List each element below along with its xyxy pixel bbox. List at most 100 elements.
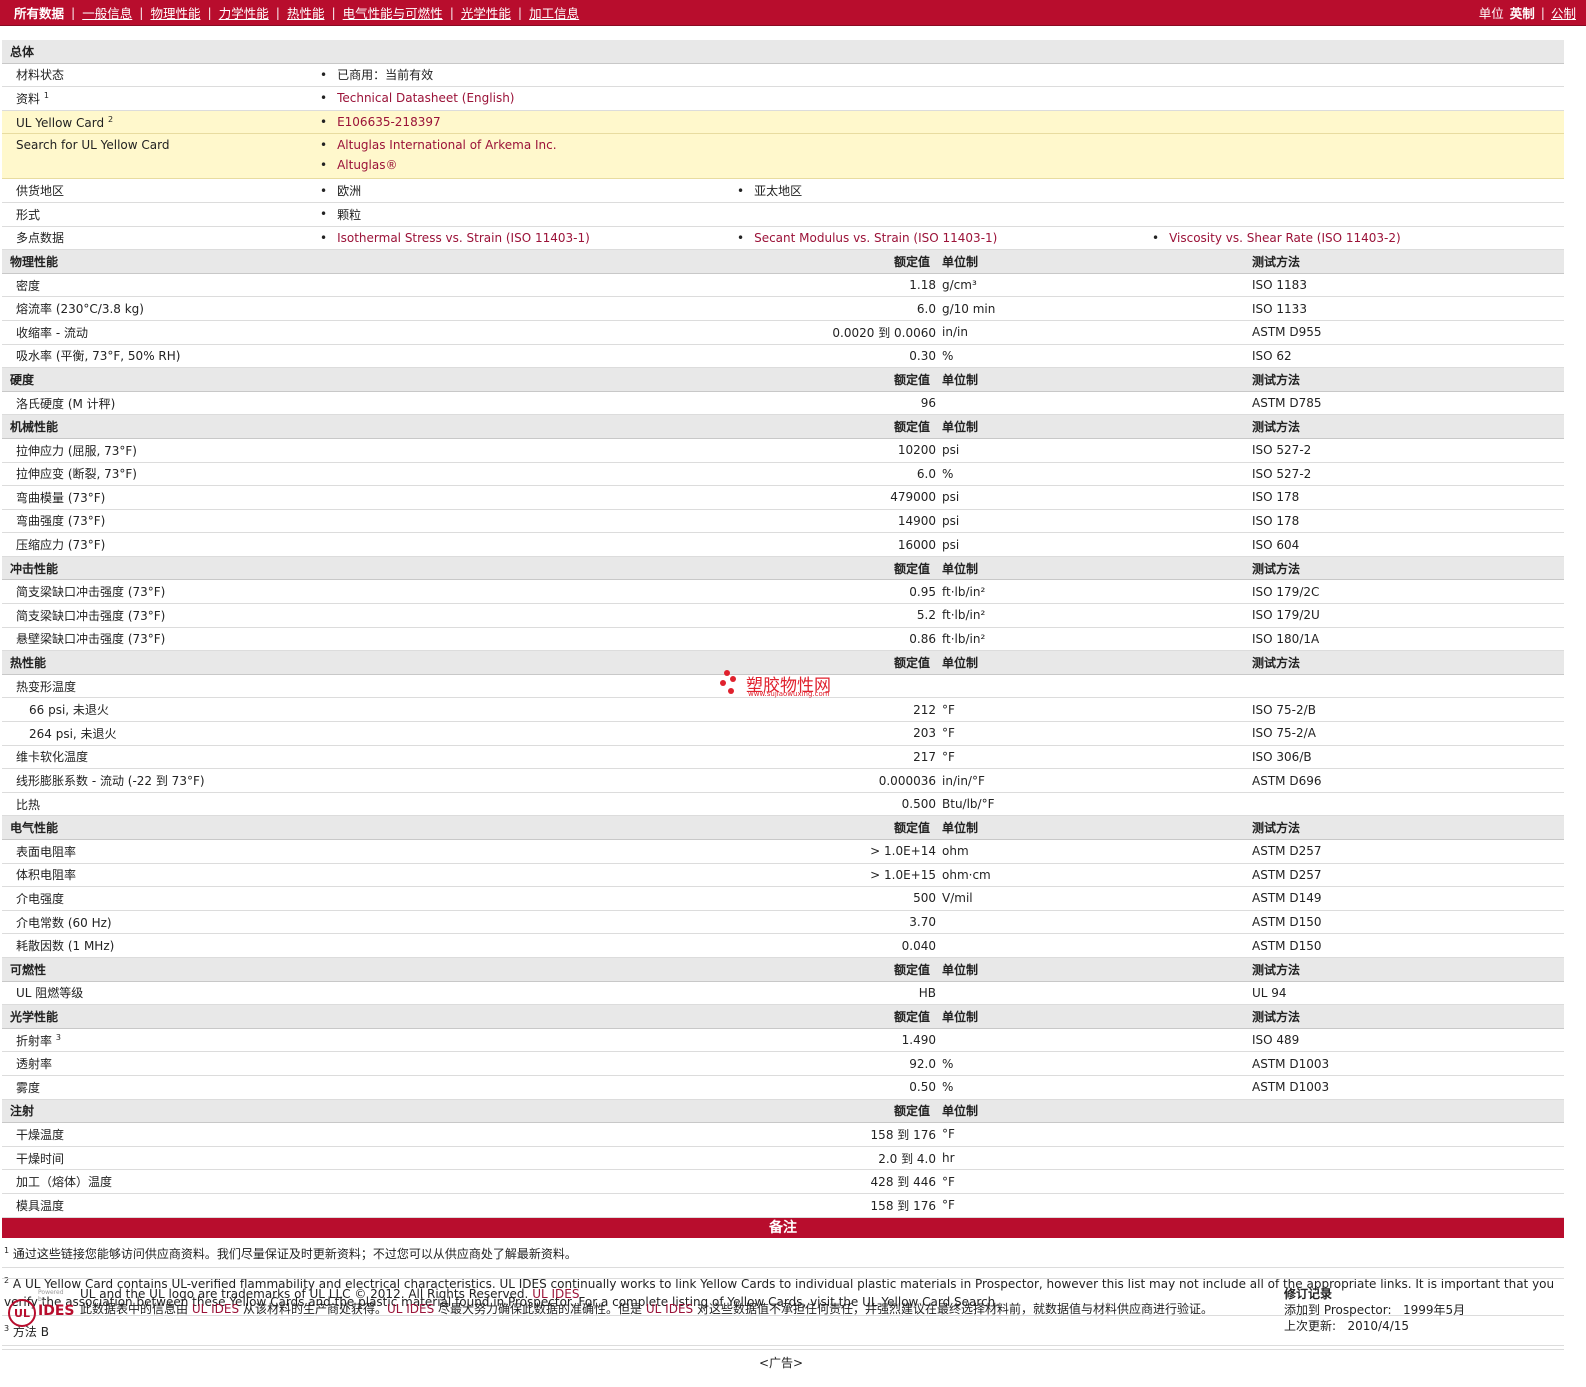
property-value: 96 [920, 396, 936, 411]
property-row: 收缩率 - 流动 0.0020 到 0.0060 in/in ASTM D955 [2, 321, 1564, 345]
test-method: ASTM D257 [1252, 867, 1322, 882]
supplier-link[interactable]: Altuglas International of Arkema Inc. [337, 138, 556, 152]
nav-separator: | [517, 5, 523, 20]
property-name: 模具温度 [16, 1197, 64, 1214]
property-unit: °F [942, 1198, 955, 1213]
property-name-text: 折射率 [16, 1033, 53, 1048]
section-header-optical: 光学性能 额定值 单位制 测试方法 [2, 1005, 1564, 1029]
property-unit: hr [942, 1151, 955, 1166]
multipoint-link[interactable]: Secant Modulus vs. Strain (ISO 11403-1) [754, 231, 997, 245]
property-unit: °F [942, 702, 955, 717]
property-name-text: 干燥时间 [16, 1151, 65, 1166]
nav-mechanical[interactable]: 力学性能 [219, 3, 269, 22]
property-value: 16000 [897, 537, 936, 552]
footer: UL Powered by IDES UL and the UL logo ar… [2, 1278, 1564, 1350]
property-row: 简支梁缺口冲击强度 (73°F) 5.2 ft·lb/in² ISO 179/2U [2, 604, 1564, 628]
row-label: 材料状态 [16, 68, 65, 83]
property-name: 透射率 [16, 1055, 52, 1072]
test-method: ISO 527-2 [1252, 443, 1312, 458]
property-value: 212 [913, 702, 936, 717]
ul-ides-link[interactable]: UL IDES [646, 1302, 693, 1316]
nav-optical[interactable]: 光学性能 [461, 3, 511, 22]
nav-thermal[interactable]: 热性能 [287, 3, 325, 22]
section-title: 物理性能 [10, 254, 59, 269]
test-method: ASTM D257 [1252, 844, 1322, 859]
property-name-text: 简支梁缺口冲击强度 (73°F) [16, 585, 166, 600]
header-test-method: 测试方法 [1252, 561, 1301, 576]
revision-added: 添加到 Prospector: 1999年5月 [1284, 1303, 1466, 1317]
test-method: ISO 306/B [1252, 749, 1312, 764]
property-name-text: 干燥温度 [16, 1127, 65, 1142]
ul-ides-logo[interactable]: UL Powered by IDES [8, 1289, 75, 1327]
property-row: UL 阻燃等级 HB UL 94 [2, 982, 1564, 1006]
property-name-text: 耗散因数 (1 MHz) [16, 939, 115, 954]
property-name-text: 简支梁缺口冲击强度 (73°F) [16, 608, 166, 623]
row-value: 欧洲 [320, 182, 361, 199]
property-value: 0.000036 [878, 773, 936, 788]
ul-ides-link[interactable]: UL IDES [192, 1302, 239, 1316]
property-name-text: 模具温度 [16, 1198, 65, 1213]
row-label: 资料 1 [16, 90, 49, 106]
nav-general-info[interactable]: 一般信息 [82, 3, 132, 22]
property-row: 模具温度 158 到 176 °F [2, 1194, 1564, 1218]
property-value: 500 [913, 891, 936, 906]
property-value: 479000 [890, 490, 936, 505]
nav-electrical-flammability[interactable]: 电气性能与可燃性 [343, 3, 443, 22]
property-unit: ft·lb/in² [942, 584, 986, 599]
property-name-text: 弯曲模量 (73°F) [16, 490, 106, 505]
property-unit: ohm·cm [942, 867, 991, 882]
property-value: 3.70 [909, 915, 936, 930]
test-method: ISO 489 [1252, 1033, 1300, 1048]
property-row: 耗散因数 (1 MHz) 0.040 ASTM D150 [2, 934, 1564, 958]
row-material-status: 材料状态 已商用：当前有效 [2, 64, 1564, 88]
row-value: 亚太地区 [737, 182, 802, 199]
row-label: 热变形温度 [16, 679, 77, 694]
property-name-text: 密度 [16, 278, 41, 293]
ul-ides-link[interactable]: UL IDES [532, 1287, 579, 1301]
header-unit: 单位制 [942, 561, 979, 576]
note-1: 1 通过这些链接您能够访问供应商资料。我们尽量保证及时更新资料；不过您可以从供应… [2, 1238, 1564, 1268]
property-row: 折射率 3 1.490 ISO 489 [2, 1029, 1564, 1053]
ides-logo-text: IDES [38, 1303, 75, 1319]
property-row: 线形膨胀系数 - 流动 (-22 到 73°F) 0.000036 in/in/°F… [2, 769, 1564, 793]
property-row: 体积电阻率 > 1.0E+15 ohm·cm ASTM D257 [2, 864, 1564, 888]
multipoint-link[interactable]: Isothermal Stress vs. Strain (ISO 11403-… [337, 231, 590, 245]
property-value: HB [918, 985, 936, 1000]
watermark-dots-icon [720, 668, 742, 698]
property-name: 悬壁梁缺口冲击强度 (73°F) [16, 630, 165, 647]
brand-link[interactable]: Altuglas® [337, 158, 397, 172]
property-name-text: 收缩率 - 流动 [16, 325, 88, 340]
property-row: 66 psi, 未退火 212 °F ISO 75-2/B [2, 698, 1564, 723]
revision-history: 修订记录 添加到 Prospector: 1999年5月 上次更新: 2010/… [1284, 1286, 1465, 1334]
property-name-text: 悬壁梁缺口冲击强度 (73°F) [16, 632, 166, 647]
property-name: 干燥温度 [16, 1126, 64, 1143]
property-value: 0.0020 到 0.0060 [832, 325, 936, 340]
footer-disclaimer: UL and the UL logo are trademarks of UL … [80, 1287, 1213, 1316]
test-method: UL 94 [1252, 985, 1287, 1000]
section-title: 光学性能 [10, 1009, 59, 1024]
property-name-text: 264 psi, 未退火 [29, 726, 117, 741]
units-metric-link[interactable]: 公制 [1551, 3, 1576, 22]
tech-datasheet-link[interactable]: Technical Datasheet (English) [337, 91, 514, 105]
watermark-url: www.sujiaowuxing.com [748, 690, 830, 698]
header-value: 额定值 [894, 1009, 931, 1024]
header-value: 额定值 [894, 420, 931, 435]
section-header-flammability: 可燃性 额定值 单位制 测试方法 [2, 957, 1564, 982]
nav-processing[interactable]: 加工信息 [529, 3, 579, 22]
ul-ides-link[interactable]: UL IDES [387, 1302, 434, 1316]
nav-all-data[interactable]: 所有数据 [14, 3, 64, 22]
header-test-method: 测试方法 [1252, 420, 1301, 435]
ul-card-link[interactable]: E106635-218397 [337, 115, 441, 129]
multipoint-link[interactable]: Viscosity vs. Shear Rate (ISO 11403-2) [1169, 231, 1401, 245]
property-name-text: 表面电阻率 [16, 844, 77, 859]
nav-physical[interactable]: 物理性能 [150, 3, 200, 22]
property-value: > 1.0E+14 [870, 844, 936, 859]
property-name: 拉伸应力 (屈服, 73°F) [16, 442, 137, 459]
test-method: ISO 527-2 [1252, 466, 1312, 481]
section-title: 硬度 [10, 372, 35, 387]
header-test-method: 测试方法 [1252, 372, 1301, 387]
property-value: 1.18 [909, 278, 936, 293]
header-unit: 单位制 [942, 656, 979, 671]
property-value: 0.86 [909, 631, 936, 646]
section-header-injection: 注射 额定值 单位制 [2, 1099, 1564, 1124]
